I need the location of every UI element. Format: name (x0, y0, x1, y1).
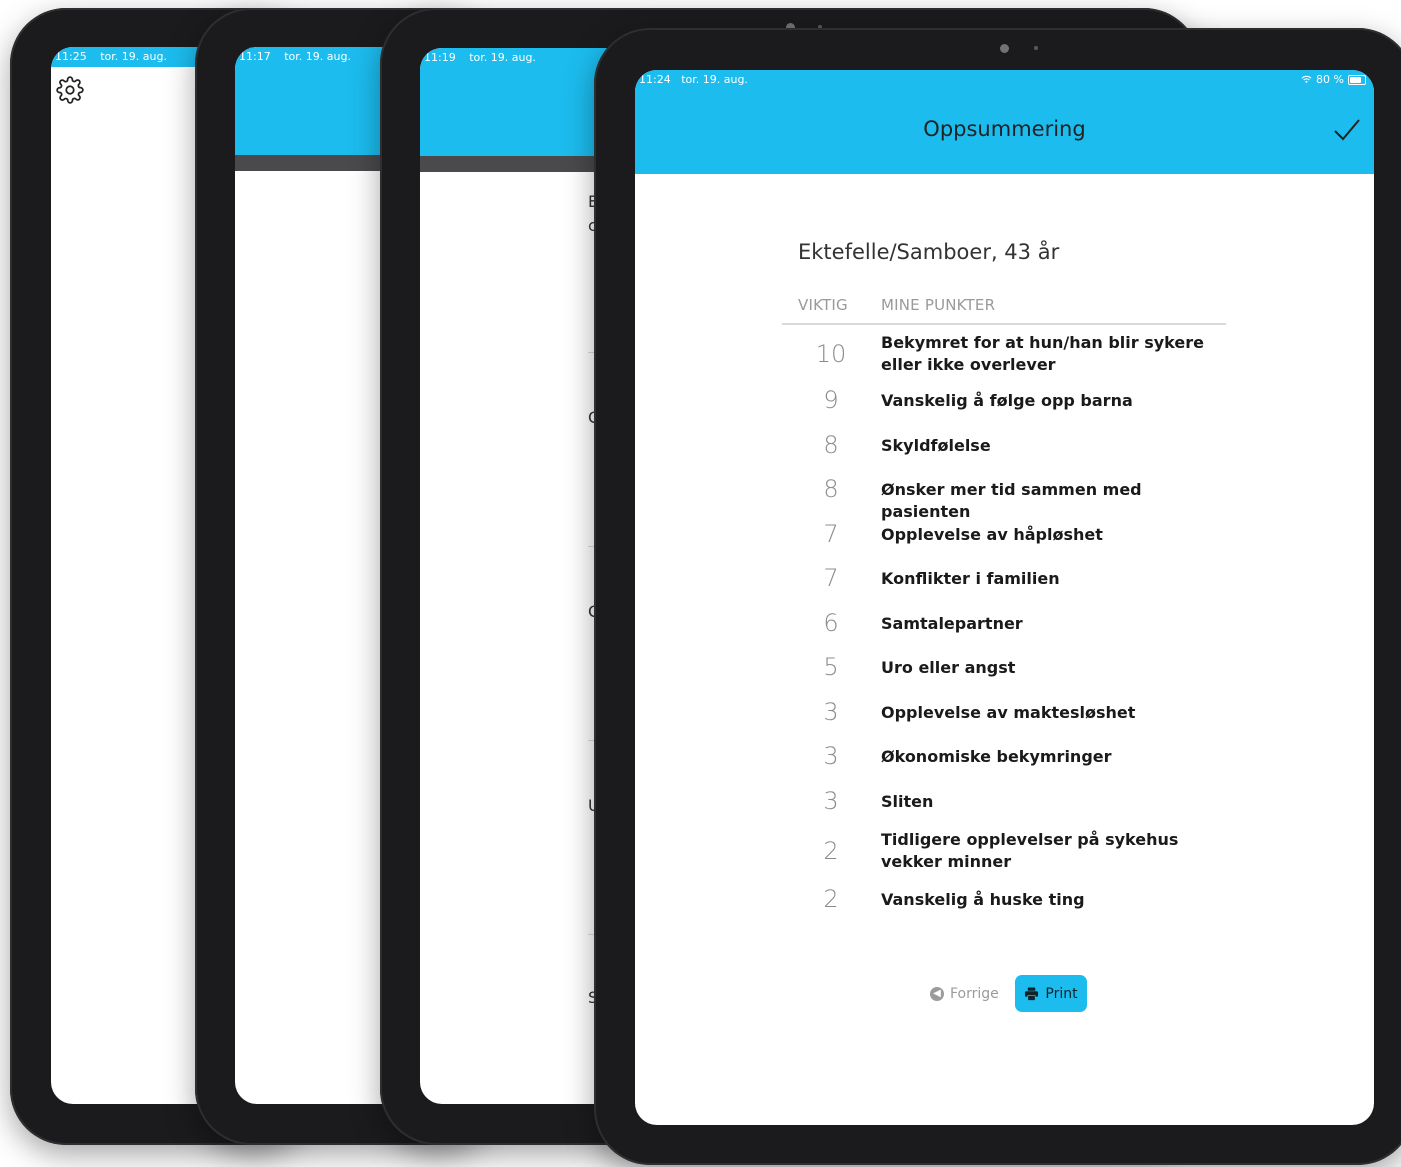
importance-score: 2 (823, 885, 839, 913)
tablet-device-main: 11:24 tor. 19. aug. 80 % Oppsummering Ek… (594, 28, 1401, 1165)
checkmark-icon[interactable] (1332, 116, 1362, 144)
table-row: 2 Vanskelig å huske ting (782, 885, 1226, 915)
point-label: Samtalepartner (881, 614, 1023, 633)
status-time: 11:17 (239, 50, 271, 63)
table-row: 8 Skyldfølelse (782, 431, 1226, 461)
importance-score: 2 (823, 837, 839, 865)
status-time: 11:25 (55, 50, 87, 63)
status-indicators: 80 % (1301, 73, 1366, 86)
header-rule (782, 323, 1226, 325)
status-bar: 11:24 tor. 19. aug. (639, 73, 748, 86)
importance-score: 3 (823, 698, 839, 726)
point-label: Opplevelse av maktesløshet (881, 703, 1136, 722)
table-row: 5 Uro eller angst (782, 653, 1226, 683)
printer-icon (1025, 986, 1039, 1001)
summary-subject: Ektefelle/Samboer, 43 år (798, 240, 1060, 264)
table-row: 6 Samtalepartner (782, 609, 1226, 639)
battery-percent: 80 % (1316, 73, 1344, 86)
wifi-icon (1301, 75, 1312, 84)
point-label: Skyldfølelse (881, 436, 991, 455)
previous-label: Forrige (950, 986, 999, 1002)
point-label: Økonomiske bekymringer (881, 747, 1112, 766)
point-label: Konflikter i familien (881, 569, 1060, 588)
table-row: 10 Bekymret for at hun/han blir sykere e… (782, 332, 1226, 378)
status-time: 11:19 (424, 51, 456, 64)
tablet-screen-main: 11:24 tor. 19. aug. 80 % Oppsummering Ek… (635, 70, 1374, 1125)
status-date: tor. 19. aug. (100, 50, 167, 63)
importance-score: 7 (823, 520, 839, 548)
table-row: 7 Konflikter i familien (782, 564, 1226, 594)
print-label: Print (1045, 985, 1078, 1002)
battery-icon (1348, 74, 1366, 85)
importance-score: 7 (823, 564, 839, 592)
page-title: Oppsummering (923, 117, 1086, 141)
point-label: Vanskelig å følge opp barna (881, 391, 1133, 410)
status-date: tor. 19. aug. (469, 51, 536, 64)
importance-score: 10 (815, 340, 847, 368)
point-label: Uro eller angst (881, 658, 1016, 677)
table-row: 3 Opplevelse av maktesløshet (782, 698, 1226, 728)
print-button[interactable]: Print (1015, 975, 1087, 1012)
point-label: Tidligere opplevelser på sykehus vekker … (881, 830, 1179, 871)
table-row: 7 Opplevelse av håpløshet (782, 520, 1226, 550)
table-row: 3 Sliten (782, 787, 1226, 817)
column-header-points: MINE PUNKTER (881, 296, 996, 314)
column-header-importance: VIKTIG (798, 296, 848, 314)
table-row: 8 Ønsker mer tid sammen med pasienten (782, 475, 1226, 521)
camera-sensor (1034, 46, 1038, 50)
point-label: Ønsker mer tid sammen med pasienten (881, 480, 1142, 521)
table-row: 3 Økonomiske bekymringer (782, 742, 1226, 772)
status-date: tor. 19. aug. (284, 50, 351, 63)
importance-score: 6 (823, 609, 839, 637)
importance-score: 8 (823, 431, 839, 459)
app-header: 11:24 tor. 19. aug. 80 % Oppsummering (635, 70, 1374, 174)
previous-button[interactable]: ◀ Forrige (930, 986, 999, 1002)
point-label: Vanskelig å huske ting (881, 890, 1085, 909)
back-arrow-icon: ◀ (930, 987, 944, 1001)
gear-icon[interactable] (56, 76, 84, 104)
importance-score: 5 (823, 653, 839, 681)
table-row: 2 Tidligere opplevelser på sykehus vekke… (782, 829, 1226, 875)
table-row: 9 Vanskelig å følge opp barna (782, 386, 1226, 416)
camera-lens (1000, 44, 1009, 53)
importance-score: 3 (823, 787, 839, 815)
point-label: Opplevelse av håpløshet (881, 525, 1103, 544)
point-label: Bekymret for at hun/han blir sykere elle… (881, 333, 1204, 374)
importance-score: 3 (823, 742, 839, 770)
status-time: 11:24 (639, 73, 671, 86)
point-label: Sliten (881, 792, 934, 811)
importance-score: 8 (823, 475, 839, 503)
importance-score: 9 (823, 386, 839, 414)
status-date: tor. 19. aug. (681, 73, 748, 86)
